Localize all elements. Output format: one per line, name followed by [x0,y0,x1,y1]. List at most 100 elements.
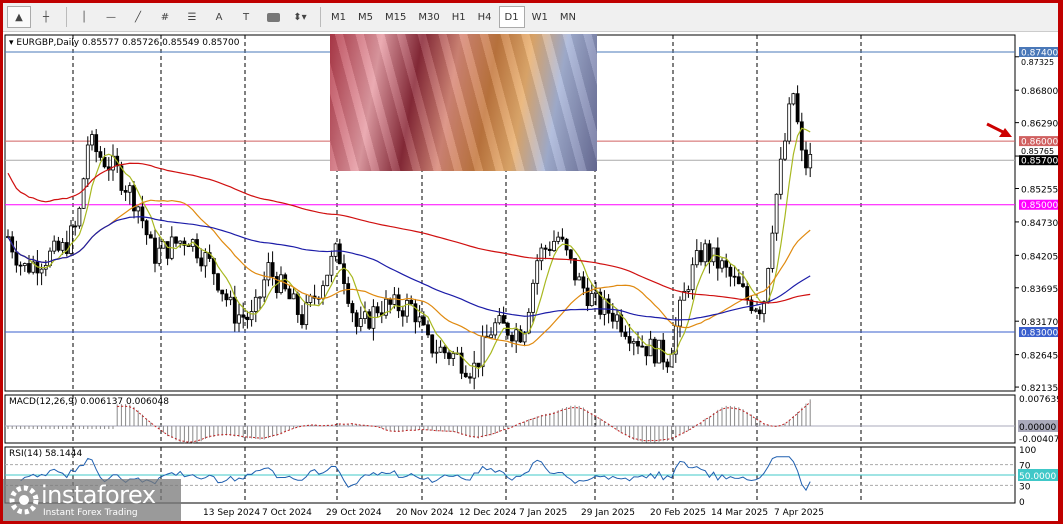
timeframe-mn[interactable]: MN [555,6,581,28]
candle-body [648,338,653,357]
candle-body [77,207,82,227]
rsi-axis-label: 30 [1019,482,1031,492]
candle-body [342,263,346,284]
candle-body [615,314,619,322]
candle-body [703,243,708,263]
candle-body [568,249,573,259]
timeframe-bar: M1 M5 M15 M30 H1 H4 D1 W1 MN [326,6,583,28]
candle-body [287,288,292,300]
text-label-icon[interactable]: T [234,6,258,28]
price-tick-label: 0.84730 [1021,219,1058,229]
candle-body [199,257,204,267]
timeframe-m30[interactable]: M30 [413,6,444,28]
candle-body [736,276,741,285]
fibonacci-icon[interactable]: # [153,6,177,28]
timeframe-w1[interactable]: W1 [527,6,553,28]
candle-body [253,296,258,312]
symbol-label: EURGBP,Daily [16,38,80,48]
price-tick-label: 0.87325 [1021,58,1054,67]
candle-body [556,236,561,242]
candle-body [262,279,267,298]
candle-body [144,220,149,236]
level-price-text: 0.86000 [1021,138,1058,148]
timeframe-h4[interactable]: H4 [473,6,497,28]
candle-body [463,372,468,378]
candle-body [489,334,493,339]
horizontal-line-icon[interactable]: — [99,6,123,28]
date-axis-label: 20 Feb 2025 [650,508,706,518]
text-icon[interactable]: A [207,6,231,28]
toolbar: ▲ ┼ │ — ╱ # ☰ A T ⬍▾ M1 M5 M15 M30 H1 H4 D1 W1 M… [3,3,1058,32]
timeframe-m15[interactable]: M15 [380,6,411,28]
level-price-text: 0.87400 [1021,49,1058,59]
candle-body [102,156,107,168]
candle-body [27,263,31,273]
fibo-levels-icon[interactable]: ☰ [180,6,204,28]
candle-body [39,268,44,274]
date-axis-label: 29 Oct 2024 [326,508,382,518]
candle-body [606,298,611,314]
cursor-icon[interactable]: ▲ [7,6,31,28]
candle-body [573,258,577,281]
candle-body [594,291,598,294]
candle-body [535,260,540,284]
candle-body [686,289,691,292]
candle-body [774,193,779,234]
timeframe-m1[interactable]: M1 [326,6,351,28]
candle-body [480,335,485,368]
candle-body [438,346,443,353]
candle-body [354,312,359,327]
candle-body [291,293,296,300]
date-axis-label: 7 Apr 2025 [774,508,824,518]
candle-body [60,242,65,251]
candle-body [123,190,128,193]
timeframe-d1[interactable]: D1 [498,6,525,28]
candle-body [505,322,510,336]
candle-body [224,293,229,301]
level-price-text: 0.85700 [1021,157,1058,167]
candle-body [627,336,632,344]
candle-body [165,241,170,259]
candle-body [228,296,233,301]
candle-body [363,311,367,320]
candle-body [333,243,338,257]
candle-body [232,296,237,324]
candle-body [531,282,535,313]
candle-body [321,285,325,299]
candle-body [589,293,594,307]
level-price-text: 0.85000 [1021,201,1058,211]
candle-body [308,295,313,303]
candle-body [577,276,582,281]
candle-body [644,346,649,357]
candle-body [98,151,103,158]
arrows-icon[interactable]: ⬍▾ [288,6,312,28]
candle-body [220,289,225,295]
candle-body [426,324,430,336]
candle-body [304,302,309,326]
candle-body [581,276,586,289]
vertical-line-icon[interactable]: │ [72,6,96,28]
price-chart[interactable]: 0.87325 0.86800 0.86290 0.85765 0.85255 0.847… [3,33,1062,521]
timeframe-h1[interactable]: H1 [447,6,471,28]
candle-body [795,93,800,123]
candle-body [787,103,792,142]
candle-body [295,293,300,315]
candle-body [732,275,737,278]
timeframe-m5[interactable]: M5 [353,6,378,28]
candle-body [510,334,514,342]
currency-banknotes-image [330,34,597,171]
candle-body [400,310,405,317]
rectangle-icon[interactable] [261,6,285,28]
candle-body [241,314,246,318]
candle-body [610,312,615,322]
candle-body [358,318,363,327]
crosshair-icon[interactable]: ┼ [34,6,58,28]
candle-body [741,283,745,287]
rsi-axis-label: 70 [1019,462,1031,472]
trendline-icon[interactable]: ╱ [126,6,150,28]
candle-body [442,346,447,354]
candle-body [73,225,78,228]
candle-body [90,134,94,146]
candle-body [283,274,288,290]
candle-body [552,240,556,252]
